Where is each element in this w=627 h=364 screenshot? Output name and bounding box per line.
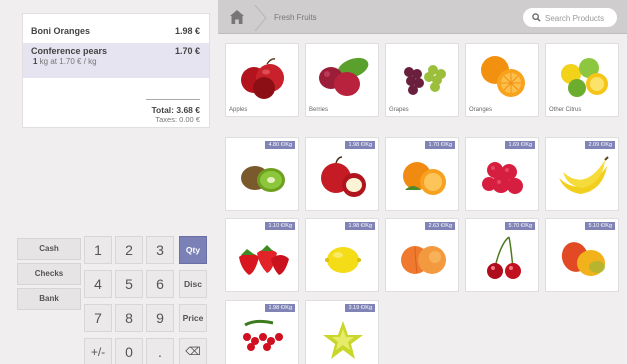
decimal-point-button[interactable]: . [146, 338, 174, 364]
category-label: Berries [309, 107, 329, 113]
qty-mode-button[interactable]: Qty [179, 236, 207, 264]
product-tile-starfruit[interactable]: 3.19 €/Kg [305, 300, 379, 364]
left-pane: Boni Oranges 1.98 € Conference pears 1.7… [0, 0, 218, 364]
starfruit-icon [323, 321, 363, 359]
price-mode-button[interactable]: Price [179, 304, 207, 332]
oranges-icon [481, 56, 525, 97]
product-tile-peaches[interactable]: 2.63 €/Kg [385, 218, 459, 292]
numpad-2-button[interactable]: 2 [115, 236, 143, 264]
raspberries-icon [482, 162, 523, 194]
mangoes-icon [561, 242, 605, 276]
order-line-price: 1.98 € [174, 26, 200, 36]
product-grid: Apples Berries Grapes Oranges Other Citr… [218, 34, 627, 364]
price-tag: 1.10 €/Kg [265, 222, 295, 230]
category-other-citrus[interactable]: Other Citrus [545, 43, 619, 117]
redcurrants-icon [243, 319, 283, 351]
order-taxes: Taxes: 0.00 € [155, 115, 200, 124]
numpad-8-button[interactable]: 8 [115, 304, 143, 332]
search-placeholder: Search Products [545, 14, 605, 23]
lemon-icon [325, 247, 361, 273]
breadcrumb-separator [254, 5, 267, 31]
payment-checks-button[interactable]: Checks [17, 263, 81, 285]
home-icon [230, 10, 244, 24]
order-line-price: 1.70 € [174, 46, 200, 56]
backspace-icon: ⌫ [185, 346, 201, 358]
price-tag: 1.98 €/Kg [265, 304, 295, 312]
product-tile-raspberries[interactable]: 1.69 €/Kg [465, 137, 539, 211]
numpad-4-button[interactable]: 4 [84, 270, 112, 298]
order-line-unit-info: kg at 1.70 € / kg [37, 57, 97, 66]
payment-bank-button[interactable]: Bank [17, 288, 81, 310]
bananas-icon [559, 156, 609, 194]
numpad-1-button[interactable]: 1 [84, 236, 112, 264]
price-tag: 2.09 €/Kg [585, 141, 615, 149]
price-tag: 1.98 €/Kg [345, 222, 375, 230]
category-topbar: Fresh Fruits Search Products [218, 0, 627, 34]
price-tag: 5.10 €/Kg [585, 222, 615, 230]
product-tile-oranges[interactable]: 1.70 €/Kg [385, 137, 459, 211]
price-tag: 1.69 €/Kg [505, 141, 535, 149]
category-label: Oranges [469, 107, 493, 113]
price-tag: 3.19 €/Kg [345, 304, 375, 312]
plus-minus-button[interactable]: +/- [84, 338, 112, 364]
product-tile-cherries[interactable]: 5.70 €/Kg [465, 218, 539, 292]
product-tile-kiwi[interactable]: 4.80 €/Kg [225, 137, 299, 211]
category-label: Apples [229, 107, 248, 113]
order-line-info: 1 kg at 1.70 € / kg [31, 57, 201, 66]
price-tag: 2.63 €/Kg [425, 222, 455, 230]
order-total: Total: 3.68 € [151, 105, 201, 115]
numpad-6-button[interactable]: 6 [146, 270, 174, 298]
product-tile-bananas[interactable]: 2.09 €/Kg [545, 137, 619, 211]
berries-icon [319, 57, 369, 96]
order-ticket: Boni Oranges 1.98 € Conference pears 1.7… [22, 13, 210, 128]
price-tag: 1.98 €/Kg [345, 141, 375, 149]
category-label: Other Citrus [549, 107, 582, 113]
category-grapes[interactable]: Grapes [385, 43, 459, 117]
numpad-9-button[interactable]: 9 [146, 304, 174, 332]
product-tile-mangoes[interactable]: 5.10 €/Kg [545, 218, 619, 292]
search-input[interactable]: Search Products [522, 7, 618, 28]
backspace-button[interactable]: ⌫ [179, 338, 207, 364]
product-tile-strawberries[interactable]: 1.10 €/Kg [225, 218, 299, 292]
citrus-icon [561, 58, 608, 97]
category-oranges[interactable]: Oranges [465, 43, 539, 117]
product-tile-lemon[interactable]: 1.98 €/Kg [305, 218, 379, 292]
strawberries-icon [239, 245, 289, 275]
order-line-name: Boni Oranges [31, 26, 91, 36]
price-tag: 5.70 €/Kg [505, 222, 535, 230]
grapes-icon [404, 65, 446, 95]
price-tag: 1.70 €/Kg [425, 141, 455, 149]
payment-cash-button[interactable]: Cash [17, 238, 81, 260]
breadcrumb-fresh-fruits[interactable]: Fresh Fruits [274, 13, 317, 22]
product-tile-redcurrants[interactable]: 1.98 €/Kg [225, 300, 299, 364]
home-button[interactable] [222, 5, 252, 31]
search-icon [532, 13, 541, 22]
category-berries[interactable]: Berries [305, 43, 379, 117]
numpad-3-button[interactable]: 3 [146, 236, 174, 264]
cherries-icon [487, 236, 521, 279]
kiwi-icon [241, 166, 285, 192]
numpad-5-button[interactable]: 5 [115, 270, 143, 298]
numpad-7-button[interactable]: 7 [84, 304, 112, 332]
red-apples-icon [321, 156, 366, 197]
total-divider [146, 99, 200, 100]
order-line-selected[interactable]: Conference pears 1.70 € 1 kg at 1.70 € /… [23, 43, 209, 78]
order-line[interactable]: Boni Oranges 1.98 € [23, 26, 209, 36]
category-label: Grapes [389, 107, 409, 113]
discount-mode-button[interactable]: Disc [179, 270, 207, 298]
numpad-0-button[interactable]: 0 [115, 338, 143, 364]
product-tile-red-apples[interactable]: 1.98 €/Kg [305, 137, 379, 211]
price-tag: 4.80 €/Kg [265, 141, 295, 149]
category-apples[interactable]: Apples [225, 43, 299, 117]
oranges-icon [403, 162, 446, 195]
apples-icon [241, 58, 284, 99]
peaches-icon [401, 246, 446, 274]
